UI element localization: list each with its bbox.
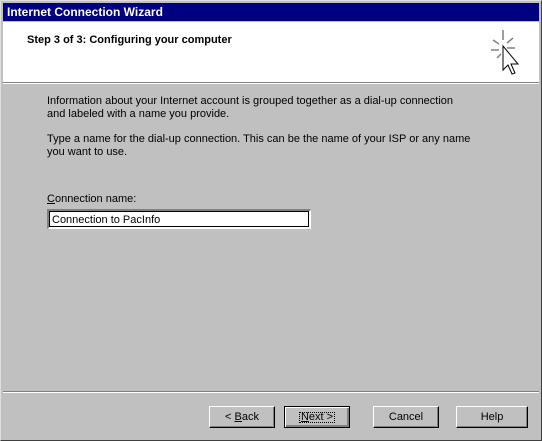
info-line-2: and labeled with a name you provide. [47, 108, 230, 120]
next-mnemonic: N [300, 410, 309, 423]
next-button[interactable]: Next > [284, 406, 350, 428]
back-mnemonic: B [234, 410, 242, 423]
back-prefix: < [225, 410, 235, 423]
header-divider [3, 83, 539, 84]
connection-name-input[interactable] [47, 209, 311, 229]
next-rest: ext > [308, 410, 334, 423]
wizard-body: Information about your Internet account … [47, 95, 487, 171]
wizard-cursor-icon [491, 30, 520, 75]
title-bar[interactable]: Internet Connection Wizard [3, 3, 539, 21]
cancel-button[interactable]: Cancel [373, 406, 439, 428]
info-line-1: Information about your Internet account … [47, 95, 454, 107]
connection-name-label: Connection name: [47, 193, 136, 205]
help-button[interactable]: Help [456, 406, 528, 428]
wizard-header: Step 3 of 3: Configuring your computer [3, 22, 539, 83]
label-mnemonic: C [47, 193, 55, 205]
instruction-line-2: you want to use. [47, 146, 128, 158]
window-title: Internet Connection Wizard [7, 5, 163, 19]
info-paragraph: Information about your Internet account … [47, 95, 487, 121]
wizard-window: Internet Connection Wizard Step 3 of 3: … [0, 0, 542, 441]
step-title: Step 3 of 3: Configuring your computer [27, 34, 232, 46]
instruction-line-1: Type a name for the dial-up connection. … [47, 133, 471, 145]
footer-divider [3, 391, 539, 393]
label-text: onnection name: [54, 193, 137, 205]
back-rest: ack [241, 410, 259, 423]
back-button[interactable]: < Back [209, 406, 275, 428]
instruction-paragraph: Type a name for the dial-up connection. … [47, 133, 487, 159]
